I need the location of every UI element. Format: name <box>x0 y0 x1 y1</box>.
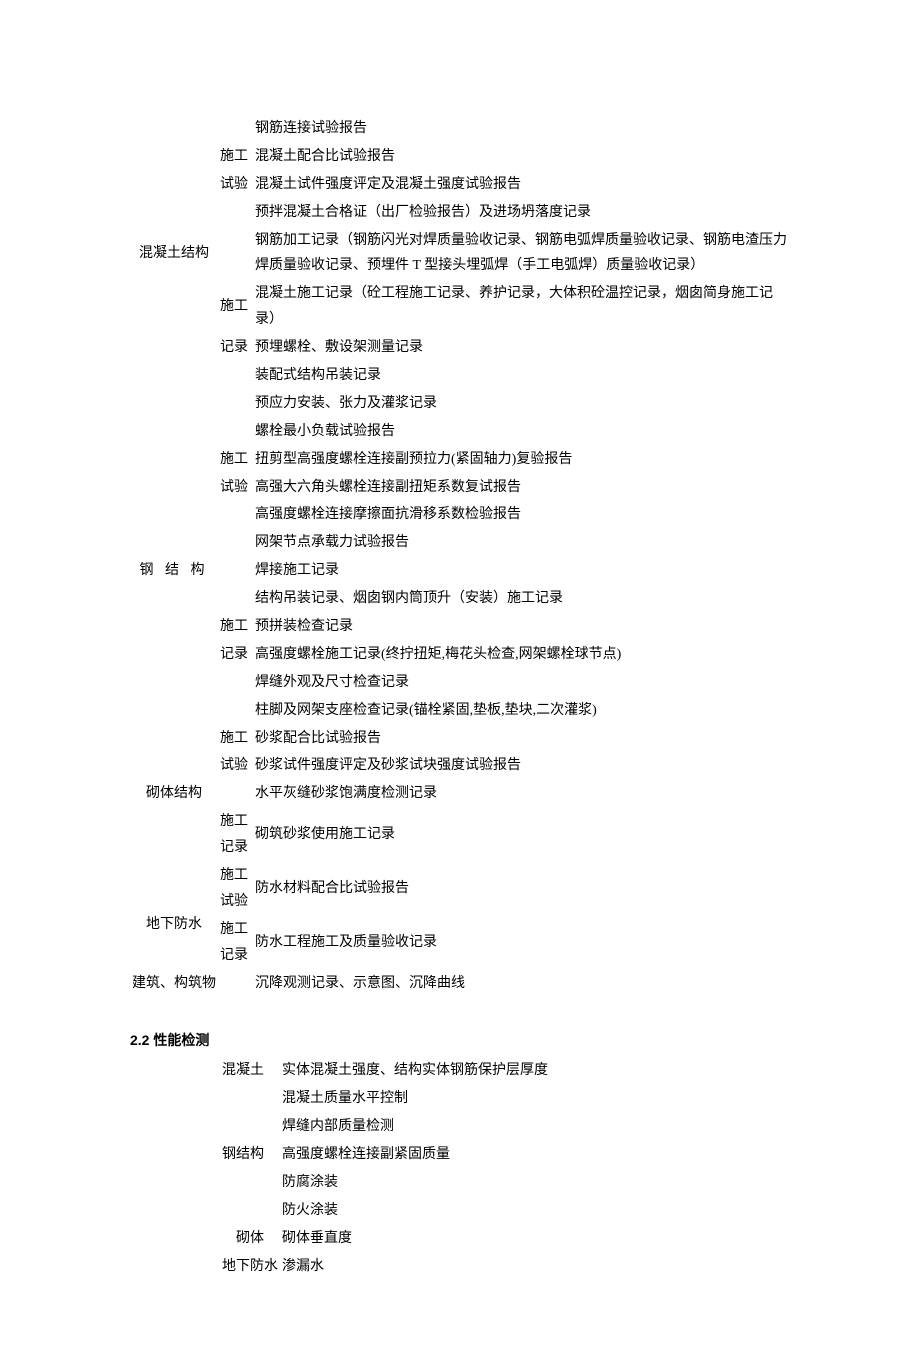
subcat-shigong-shiyan: 施工试验 <box>218 862 253 916</box>
item-text: 砂浆配合比试验报告 <box>253 725 790 753</box>
item-text: 螺栓最小负载试验报告 <box>253 418 790 446</box>
item-text: 扭剪型高强度螺栓连接副预拉力(紧固轴力)复验报告 <box>253 446 790 474</box>
item-text: 沉降观测记录、示意图、沉降曲线 <box>253 970 790 998</box>
item-text: 防水工程施工及质量验收记录 <box>253 916 790 970</box>
subcat-shiyan: 试验 <box>218 752 253 780</box>
subcat-shiyan: 试验 <box>218 171 253 199</box>
category-masonry-perf: 砌体 <box>220 1225 280 1253</box>
item-text: 砌筑砂浆使用施工记录 <box>253 808 790 862</box>
subcat-shigong: 施工 <box>218 143 253 171</box>
item-text: 混凝土质量水平控制 <box>280 1085 790 1113</box>
item-text: 钢筋连接试验报告 <box>253 115 790 143</box>
item-text: 防水材料配合比试验报告 <box>253 862 790 916</box>
subcat-shigong: 施工记录 <box>218 808 253 862</box>
category-masonry: 砌体结构 <box>130 780 218 808</box>
subcat-jilu: 记录 <box>218 641 253 669</box>
item-text: 钢筋加工记录（钢筋闪光对焊质量验收记录、钢筋电弧焊质量验收记录、钢筋电渣压力焊质… <box>253 227 790 281</box>
item-text: 柱脚及网架支座检查记录(锚栓紧固,垫板,垫块,二次灌浆) <box>253 697 790 725</box>
category-concrete-perf: 混凝土 <box>220 1057 280 1085</box>
item-text: 防火涂装 <box>280 1197 790 1225</box>
item-text: 渗漏水 <box>280 1253 790 1281</box>
construction-records-table: 钢筋连接试验报告 施工 混凝土配合比试验报告 试验 混凝土试件强度评定及混凝土强… <box>130 115 790 998</box>
section-heading-performance: 2.2 性能检测 <box>130 1028 790 1054</box>
item-text: 结构吊装记录、烟囱钢内筒顶升（安装）施工记录 <box>253 585 790 613</box>
category-concrete <box>130 115 218 143</box>
subcat-shigong: 施工 <box>218 613 253 641</box>
subcat-shigong: 施工 <box>218 725 253 753</box>
subcat-shigong: 施工 <box>218 446 253 474</box>
item-text: 高强度螺栓施工记录(终拧扭矩,梅花头检查,网架螺栓球节点) <box>253 641 790 669</box>
item-text: 防腐涂装 <box>280 1169 790 1197</box>
subcat-shiyan: 试验 <box>218 474 253 502</box>
category-waterproof: 地下防水 <box>130 898 218 952</box>
item-text: 实体混凝土强度、结构实体钢筋保护层厚度 <box>280 1057 790 1085</box>
item-text: 高强大六角头螺栓连接副扭矩系数复试报告 <box>253 474 790 502</box>
item-text: 水平灰缝砂浆饱满度检测记录 <box>253 780 790 808</box>
item-text: 预应力安装、张力及灌浆记录 <box>253 390 790 418</box>
category-steel: 钢 结 构 <box>130 557 218 585</box>
item-text: 高强度螺栓连接摩擦面抗滑移系数检验报告 <box>253 501 790 529</box>
category-building: 建筑、构筑物 <box>130 970 218 998</box>
item-text: 高强度螺栓连接副紧固质量 <box>280 1141 790 1169</box>
item-text: 砂浆试件强度评定及砂浆试块强度试验报告 <box>253 752 790 780</box>
item-text: 砌体垂直度 <box>280 1225 790 1253</box>
item-text: 预埋螺栓、敷设架测量记录 <box>253 334 790 362</box>
subcat-jilu: 记录 <box>218 334 253 362</box>
subcat-shigong: 施工 <box>218 280 253 334</box>
item-text: 混凝土试件强度评定及混凝土强度试验报告 <box>253 171 790 199</box>
item-text: 预拌混凝土合格证（出厂检验报告）及进场坍落度记录 <box>253 199 790 227</box>
item-text: 焊缝外观及尺寸检查记录 <box>253 669 790 697</box>
category-steel-perf: 钢结构 <box>220 1141 280 1169</box>
item-text: 装配式结构吊装记录 <box>253 362 790 390</box>
category-waterproof-perf: 地下防水 <box>220 1253 280 1281</box>
item-text: 网架节点承载力试验报告 <box>253 529 790 557</box>
item-text: 预拼装检查记录 <box>253 613 790 641</box>
item-text: 混凝土施工记录（砼工程施工记录、养护记录，大体积砼温控记录，烟囱简身施工记录） <box>253 280 790 334</box>
item-text: 混凝土配合比试验报告 <box>253 143 790 171</box>
performance-test-table: 混凝土 实体混凝土强度、结构实体钢筋保护层厚度 混凝土质量水平控制 焊缝内部质量… <box>130 1057 790 1280</box>
subcat-shigong-jilu: 施工记录 <box>218 916 253 970</box>
item-text: 焊接施工记录 <box>253 557 790 585</box>
item-text: 焊缝内部质量检测 <box>280 1113 790 1141</box>
category-concrete: 混凝土结构 <box>130 227 218 281</box>
subcat-blank <box>218 115 253 143</box>
